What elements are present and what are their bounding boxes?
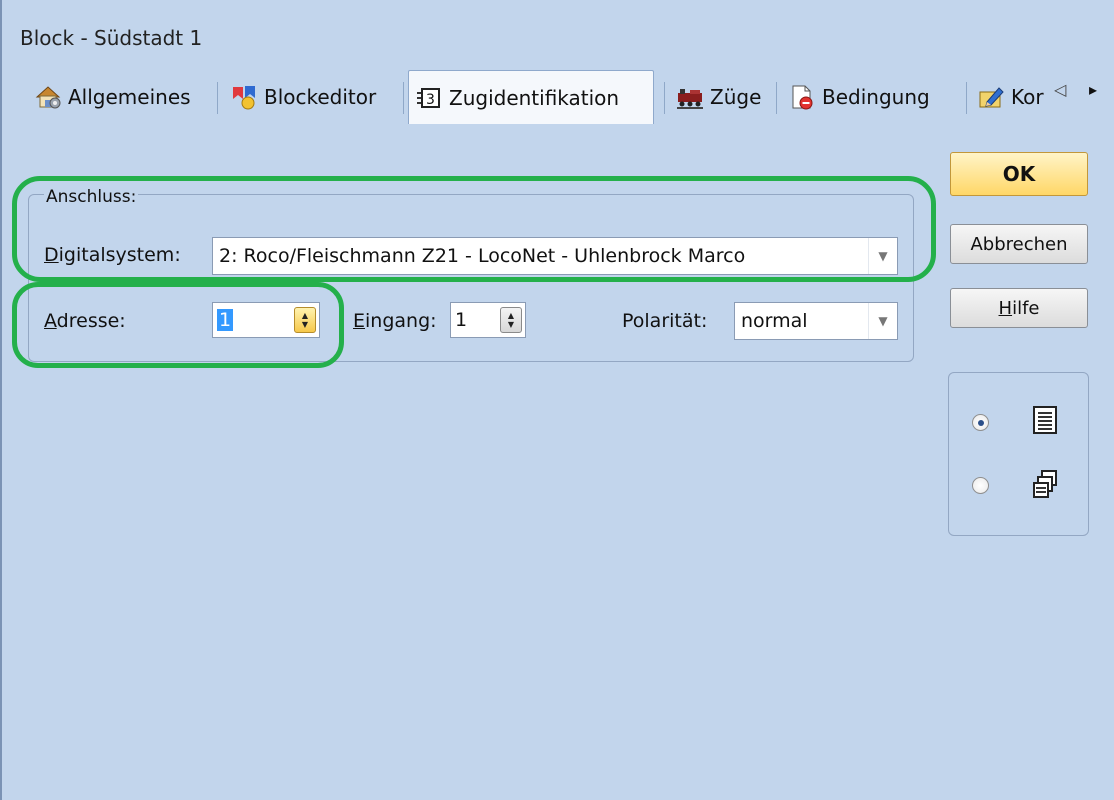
ok-button[interactable]: OK — [950, 152, 1088, 196]
chevron-down-icon[interactable]: ▼ — [868, 303, 897, 339]
chevron-down-icon[interactable]: ▼ — [868, 238, 897, 274]
tab-label: Züge — [710, 85, 762, 109]
house-gear-icon — [34, 83, 62, 111]
trains-icon — [676, 83, 704, 111]
polaritaet-label: Polarität: — [622, 310, 708, 332]
tab-zugidentifikation[interactable]: 3 Zugidentifikation — [408, 70, 654, 124]
tab-separator — [664, 82, 665, 114]
tab-separator — [776, 82, 777, 114]
digitalsystem-label: Digitalsystem: — [44, 244, 181, 266]
digitalsystem-value: 2: Roco/Fleischmann Z21 - LocoNet - Uhle… — [219, 245, 746, 267]
tab-scroll-left-icon[interactable]: ◁ — [1054, 80, 1066, 99]
tab-separator — [966, 82, 967, 114]
tab-bedingung[interactable]: Bedingung — [782, 74, 936, 120]
help-button[interactable]: Hilfe — [950, 288, 1088, 328]
spinner-updown-icon[interactable]: ▲ ▼ — [500, 307, 522, 333]
train-id-icon: 3 — [415, 84, 443, 112]
window-left-border — [0, 0, 2, 800]
view-options-group — [948, 372, 1089, 536]
tab-bar: Allgemeines Blockeditor 3 Zugidentifikat… — [22, 70, 1114, 126]
tab-separator — [403, 82, 404, 114]
eingang-value[interactable]: 1 — [451, 309, 500, 331]
tab-allgemeines[interactable]: Allgemeines — [28, 74, 197, 120]
eingang-label: Eingang: — [353, 310, 437, 332]
blockeditor-icon — [230, 83, 258, 111]
tab-label: Bedingung — [822, 85, 930, 109]
digitalsystem-select[interactable]: 2: Roco/Fleischmann Z21 - LocoNet - Uhle… — [212, 237, 898, 275]
radio-list-view[interactable] — [972, 414, 989, 431]
tab-label: Kor — [1011, 85, 1044, 109]
cancel-button[interactable]: Abbrechen — [950, 224, 1088, 264]
polaritaet-value: normal — [741, 310, 808, 332]
condition-document-icon — [788, 83, 816, 111]
adresse-label: Adresse: — [44, 310, 126, 332]
eingang-spinner[interactable]: 1 ▲ ▼ — [450, 302, 526, 338]
spinner-updown-icon[interactable]: ▲ ▼ — [294, 307, 316, 333]
tab-separator — [217, 82, 218, 114]
adresse-value[interactable]: 1 — [213, 309, 294, 331]
radio-window-view[interactable] — [972, 477, 989, 494]
anschluss-legend: Anschluss: — [44, 187, 139, 207]
list-view-icon — [1030, 404, 1060, 441]
tab-scroll-right-icon[interactable]: ▸ — [1089, 80, 1097, 99]
svg-text:3: 3 — [426, 92, 435, 108]
pencil-edit-icon — [977, 83, 1005, 111]
tab-kor[interactable]: Kor — [971, 74, 1050, 120]
tab-label: Allgemeines — [68, 85, 191, 109]
window-title: Block - Südstadt 1 — [20, 26, 203, 50]
polaritaet-select[interactable]: normal ▼ — [734, 302, 898, 340]
multi-window-icon — [1030, 468, 1060, 505]
adresse-spinner[interactable]: 1 ▲ ▼ — [212, 302, 320, 338]
tab-zuege[interactable]: Züge — [670, 74, 767, 120]
tab-label: Zugidentifikation — [449, 85, 620, 110]
tab-blockeditor[interactable]: Blockeditor — [224, 74, 382, 120]
tab-label: Blockeditor — [264, 85, 377, 109]
